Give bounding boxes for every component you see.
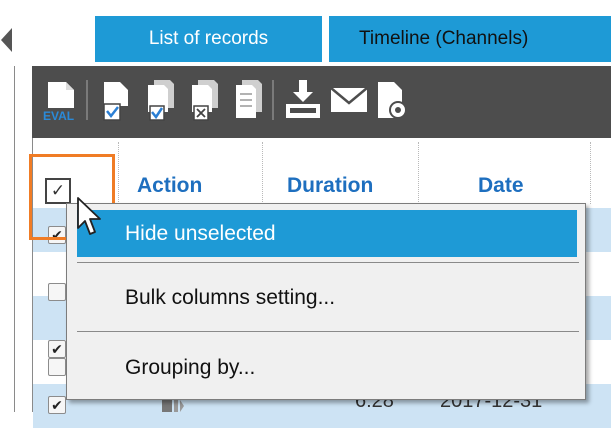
column-header-action[interactable]: Action (137, 174, 202, 198)
column-header-date[interactable]: Date (478, 174, 524, 198)
column-divider (118, 142, 119, 204)
row-checkbox[interactable] (48, 283, 66, 301)
documents-icon[interactable] (226, 78, 268, 122)
tab-timeline-channels[interactable]: Timeline (Channels) (329, 16, 611, 62)
column-divider (418, 142, 419, 204)
document-settings-icon[interactable] (372, 78, 414, 122)
download-tray-icon[interactable] (282, 78, 324, 122)
panel-divider (14, 66, 15, 412)
row-checkbox[interactable]: ✔ (48, 340, 66, 358)
toolbar-separator (272, 80, 274, 120)
menu-item-bulk-columns-setting[interactable]: Bulk columns setting... (77, 273, 577, 323)
documents-x-icon[interactable] (182, 78, 224, 122)
row-checkbox[interactable]: ✔ (48, 396, 66, 414)
column-divider (590, 142, 591, 204)
row-checkbox[interactable] (48, 358, 66, 376)
check-document-icon[interactable] (94, 78, 136, 122)
column-header-duration[interactable]: Duration (287, 174, 373, 198)
left-panel-edge (0, 0, 14, 412)
column-divider (262, 142, 263, 204)
menu-divider (77, 331, 579, 332)
documents-check-icon[interactable] (138, 78, 180, 122)
tab-list-of-records[interactable]: List of records (95, 16, 322, 62)
eval-icon[interactable]: EVAL (40, 78, 82, 122)
eval-label: EVAL (43, 109, 74, 122)
menu-divider (77, 262, 579, 263)
toolbar-separator (86, 80, 88, 120)
envelope-icon[interactable] (328, 78, 370, 122)
menu-item-hide-unselected[interactable]: Hide unselected (77, 210, 577, 257)
mouse-cursor-icon (77, 197, 101, 235)
collapse-arrow-icon[interactable] (1, 28, 12, 52)
menu-item-grouping-by[interactable]: Grouping by... (77, 343, 577, 393)
